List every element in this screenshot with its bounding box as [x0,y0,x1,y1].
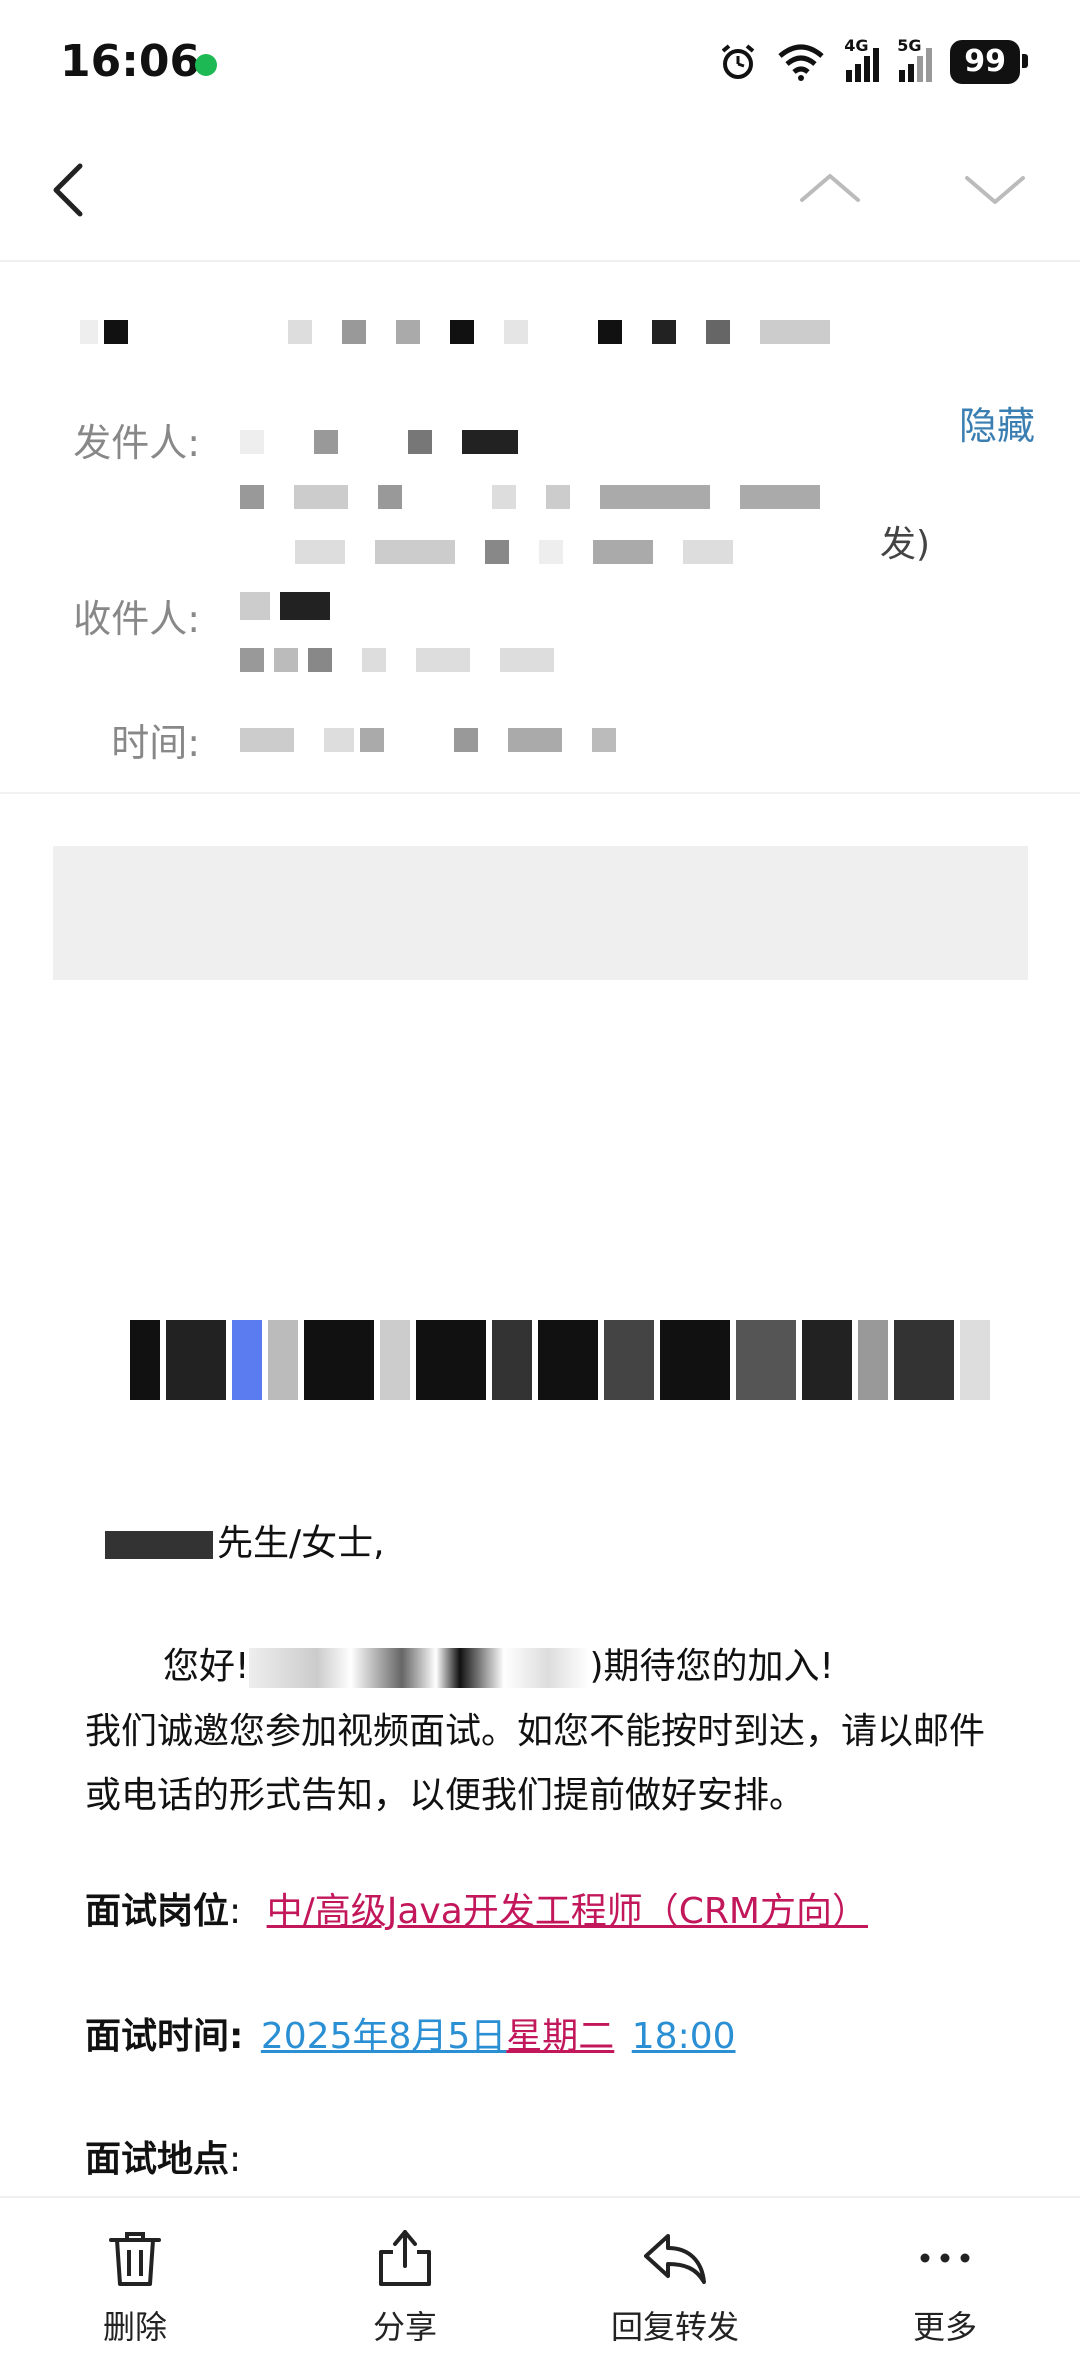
time-value-redacted [240,728,646,756]
music-indicator-icon [195,54,217,76]
sender-address-redacted[interactable] [240,485,850,513]
wifi-icon [778,44,824,81]
bottom-action-bar: 删除 分享 回复转发 更多 [0,2196,1080,2377]
location-separator: : [229,2139,242,2180]
time-label: 时间: [111,721,200,765]
email-banner-placeholder [53,846,1028,980]
chevron-left-icon [53,163,83,217]
email-subject-redacted [80,320,900,360]
paragraph-invite: 我们诚邀您参加视频面试。如您不能按时到达，请以邮件或电话的形式告知，以便我们提前… [85,1711,986,1816]
chevron-up-icon [800,174,860,202]
chevron-down-icon [965,176,1025,204]
previous-email-button[interactable] [790,150,870,230]
paragraph-intro: 您好! )期待您的加入! [163,1635,1013,1699]
share-button[interactable]: 分享 [305,2226,505,2348]
position-link[interactable]: 中/高级Java开发工程师（CRM方向） [267,1891,868,1932]
signal-5g-icon: 5G [897,36,933,82]
recipient-label: 收件人: [73,597,200,641]
signal-5g-label: 5G [897,36,922,55]
sender-tail-text: 发) [880,524,931,565]
sender-label: 发件人: [73,421,200,465]
position-separator: : [229,1891,242,1932]
interview-time-label: 面试时间: [85,2016,244,2057]
email-heading-redacted [130,1320,1000,1400]
more-label: 更多 [912,2308,977,2346]
reply-forward-button[interactable]: 回复转发 [575,2226,775,2348]
interview-time-row: 面试时间: 2025年8月5日星期二 18:00 [85,2005,1045,2069]
delete-label: 删除 [102,2308,167,2346]
greeting-text: 先生/女士, [217,1523,385,1564]
battery-indicator: 99 [950,40,1028,84]
delete-button[interactable]: 删除 [35,2226,235,2348]
header-divider [0,792,1080,794]
sender-name-redacted [240,430,548,458]
interview-weekday-link[interactable]: 星期二 [506,2016,614,2057]
intro-start-text: 您好! [163,1646,250,1687]
signal-4g-icon: 4G [844,36,880,82]
position-label: 面试岗位 [85,1891,230,1932]
status-time: 16:06 [60,36,201,87]
next-email-button[interactable] [955,150,1035,230]
nav-bar [0,130,1080,262]
trash-icon [109,2232,161,2286]
more-button[interactable]: 更多 [845,2226,1045,2348]
company-name-redacted [249,1648,590,1688]
recipient-name-redacted[interactable] [240,592,360,624]
interview-date-link[interactable]: 2025年8月5日 [261,2016,506,2057]
share-label: 分享 [372,2308,437,2346]
recipient-address-redacted[interactable] [240,648,584,676]
intro-end-text: )期待您的加入! [589,1646,834,1687]
interview-position-row: 面试岗位: 中/高级Java开发工程师（CRM方向） [85,1880,1045,1944]
hide-details-link[interactable]: 隐藏 [959,395,1035,450]
share-icon [379,2230,431,2286]
status-icons: 4G 5G 99 [718,36,1028,86]
sender-address-line2-redacted [295,540,763,568]
reply-icon [644,2234,706,2284]
location-label: 面试地点 [85,2139,230,2180]
signal-4g-label: 4G [844,36,869,55]
interview-clock-link[interactable]: 18:00 [632,2016,736,2057]
back-button[interactable] [40,150,120,230]
interview-location-row: 面试地点: [85,2128,241,2192]
alarm-icon [721,44,755,79]
reply-forward-label: 回复转发 [610,2308,739,2346]
more-icon [920,2253,970,2263]
recipient-name-redacted-body [105,1531,213,1559]
greeting-line: 先生/女士, [105,1512,385,1576]
